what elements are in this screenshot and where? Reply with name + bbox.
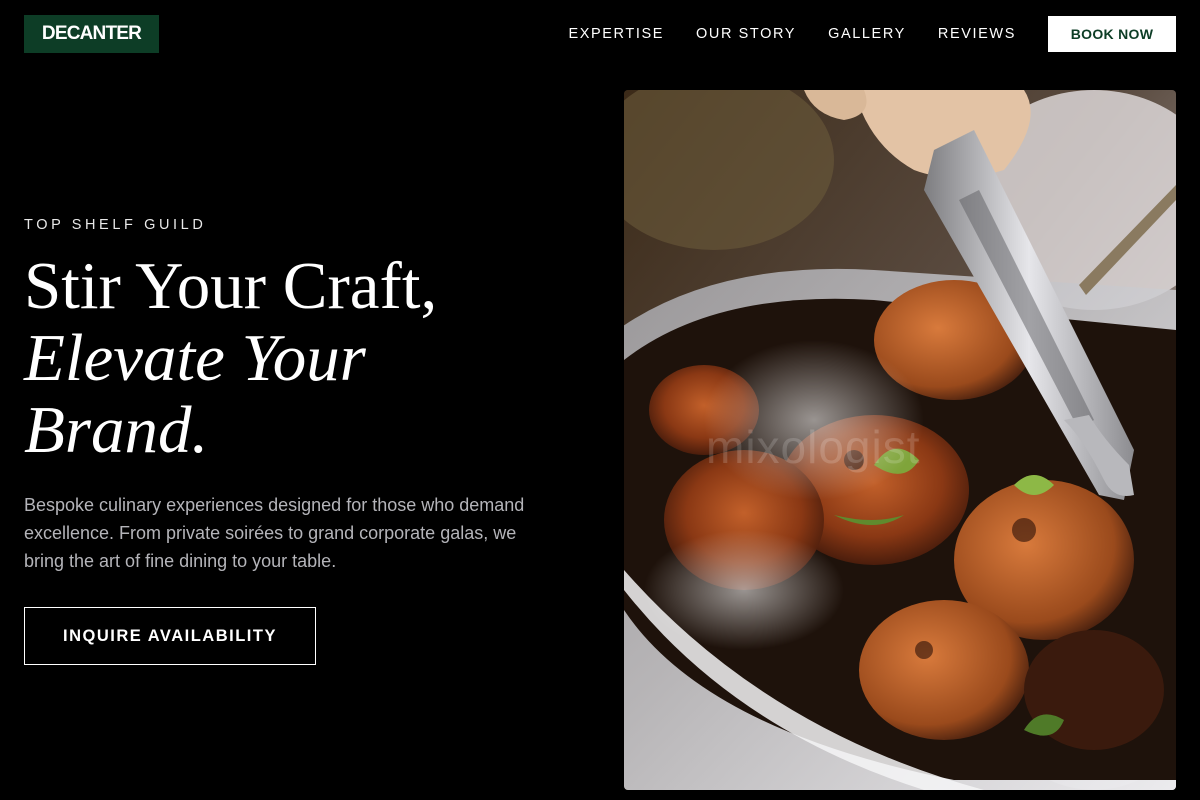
main-nav: EXPERTISE OUR STORY GALLERY REVIEWS BOOK…	[568, 16, 1176, 52]
brand-logo[interactable]: DECANTER	[24, 15, 159, 53]
nav-link-our-story[interactable]: OUR STORY	[696, 26, 796, 42]
inquire-availability-button[interactable]: INQUIRE AVAILABILITY	[24, 607, 316, 665]
headline-line-3: Brand.	[24, 393, 209, 467]
hero-food-image: mixologist	[624, 90, 1176, 790]
nav-link-reviews[interactable]: REVIEWS	[938, 26, 1016, 42]
hero-eyebrow: TOP SHELF GUILD	[24, 217, 207, 233]
hero-headline: Stir Your Craft, Elevate Your Brand.	[24, 250, 584, 466]
nav-link-expertise[interactable]: EXPERTISE	[568, 26, 664, 42]
headline-line-2: Elevate Your	[24, 321, 366, 395]
nav-link-gallery[interactable]: GALLERY	[828, 26, 906, 42]
hero-description: Bespoke culinary experiences designed fo…	[24, 495, 525, 571]
book-now-button[interactable]: BOOK NOW	[1048, 16, 1176, 52]
image-watermark: mixologist	[706, 421, 921, 473]
headline-line-1: Stir Your Craft,	[24, 249, 438, 323]
